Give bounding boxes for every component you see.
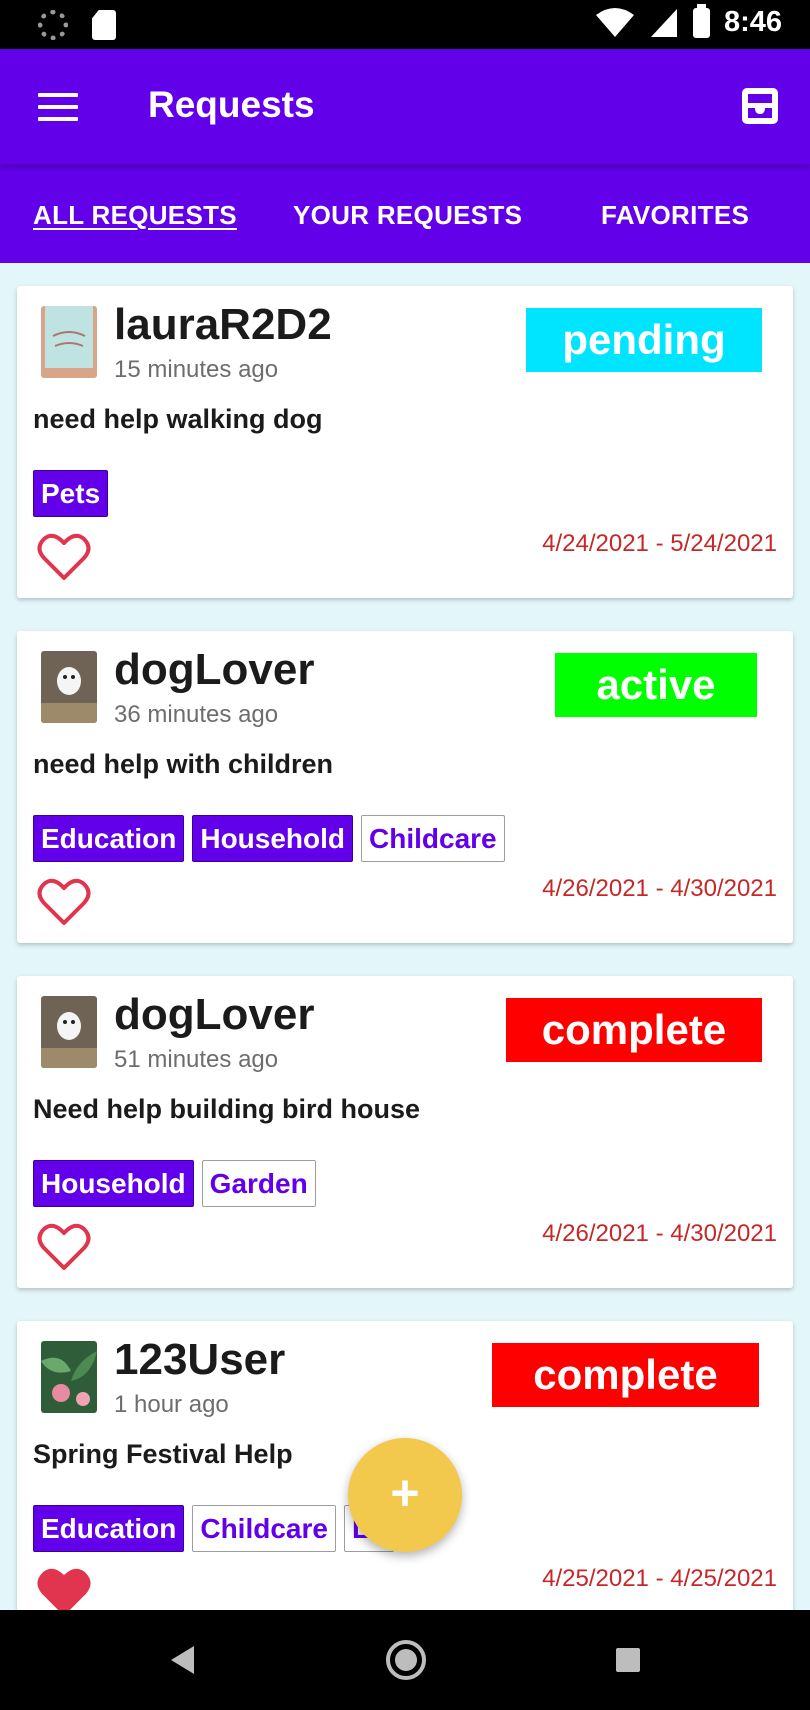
time-ago: 51 minutes ago [114, 1046, 279, 1073]
date-range: 4/24/2021 - 5/24/2021 [542, 530, 777, 557]
username: dogLover [114, 990, 315, 1039]
tag[interactable]: Education [33, 1505, 185, 1552]
app-bar: Requests [0, 49, 810, 164]
battery-icon [692, 3, 710, 38]
status-badge: complete [492, 1343, 759, 1407]
status-badge: pending [526, 308, 762, 372]
signal-icon [650, 8, 677, 37]
date-range: 4/25/2021 - 4/25/2021 [542, 1565, 777, 1592]
system-nav-bar [0, 1610, 810, 1710]
time-ago: 1 hour ago [114, 1391, 229, 1418]
request-description: need help walking dog [33, 404, 323, 434]
request-card[interactable]: lauraR2D2 15 minutes ago pending need he… [17, 286, 793, 598]
tab-bar: ALL REQUESTS YOUR REQUESTS FAVORITES [0, 164, 810, 263]
tag[interactable]: Pets [33, 470, 109, 517]
heart-outline-icon[interactable] [37, 877, 91, 927]
tab-your-requests[interactable]: YOUR REQUESTS [293, 200, 522, 231]
add-request-button[interactable]: + [348, 1438, 462, 1552]
loading-icon [38, 10, 68, 40]
request-description: Need help building bird house [33, 1094, 421, 1124]
heart-filled-icon[interactable] [37, 1567, 91, 1610]
request-description: need help with children [33, 749, 334, 779]
inbox-icon[interactable] [740, 86, 780, 126]
request-description: Spring Festival Help [33, 1439, 293, 1469]
request-list: lauraR2D2 15 minutes ago pending need he… [0, 263, 810, 1610]
avatar [41, 651, 97, 723]
clock: 8:46 [723, 6, 782, 38]
plus-icon: + [390, 1465, 420, 1521]
recents-icon[interactable] [616, 1648, 640, 1672]
date-range: 4/26/2021 - 4/30/2021 [542, 1220, 777, 1247]
status-badge: active [555, 653, 757, 717]
tag[interactable]: Garden [201, 1160, 316, 1207]
tag-list: Education Childcare Lo [33, 1505, 395, 1552]
username: lauraR2D2 [114, 300, 332, 349]
tab-all-requests[interactable]: ALL REQUESTS [33, 200, 237, 231]
time-ago: 36 minutes ago [114, 701, 279, 728]
tag[interactable]: Education [33, 815, 185, 862]
time-ago: 15 minutes ago [114, 356, 279, 383]
tag[interactable]: Childcare [192, 1505, 336, 1552]
wifi-icon [595, 7, 634, 37]
tag[interactable]: Household [33, 1160, 194, 1207]
request-card[interactable]: dogLover 36 minutes ago active need help… [17, 631, 793, 943]
sd-card-icon [92, 10, 116, 40]
status-badge: complete [506, 998, 762, 1062]
request-card[interactable]: dogLover 51 minutes ago complete Need he… [17, 976, 793, 1288]
home-icon[interactable] [386, 1640, 426, 1680]
menu-icon[interactable] [38, 93, 78, 121]
username: 123User [114, 1335, 286, 1384]
back-icon[interactable] [168, 1644, 196, 1676]
tag-list: Household Garden [33, 1160, 316, 1207]
heart-outline-icon[interactable] [37, 1222, 91, 1272]
heart-outline-icon[interactable] [37, 532, 91, 582]
date-range: 4/26/2021 - 4/30/2021 [542, 875, 777, 902]
avatar [41, 306, 97, 378]
tag[interactable]: Childcare [361, 815, 505, 862]
tag-list: Pets [33, 470, 109, 517]
avatar [41, 996, 97, 1068]
username: dogLover [114, 645, 315, 694]
page-title: Requests [148, 84, 315, 125]
tag-list: Education Household Childcare [33, 815, 505, 862]
status-bar: 8:46 [0, 0, 810, 49]
tab-favorites[interactable]: FAVORITES [601, 200, 749, 231]
avatar [41, 1341, 97, 1413]
tag[interactable]: Household [192, 815, 354, 862]
